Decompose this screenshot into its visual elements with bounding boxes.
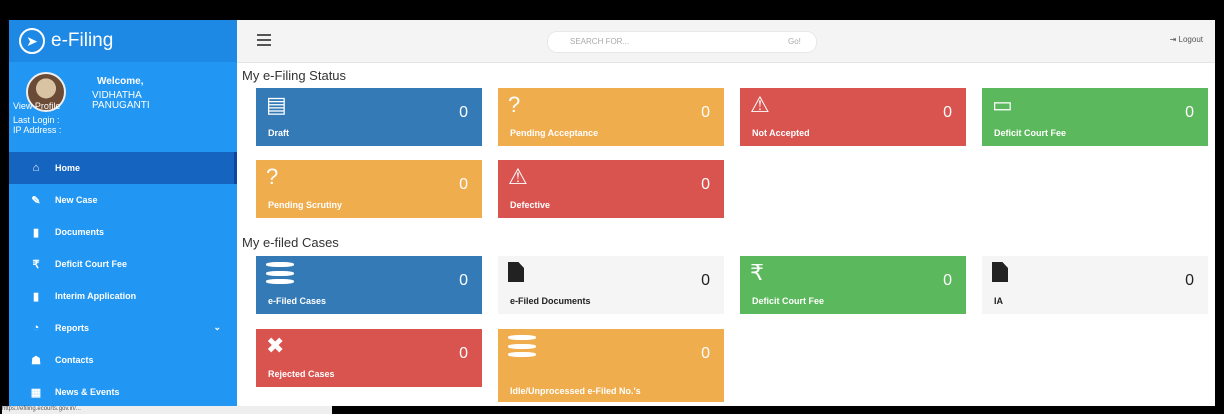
card-count: 0 [701,345,710,362]
brand-bar[interactable]: ➤ e-Filing [9,20,237,62]
case-card-deficit-court-fee[interactable]: ₹ 0 Deficit Court Fee [740,256,966,314]
card-label: Not Accepted [752,128,810,138]
rupee-icon: ₹ [32,258,40,271]
database-icon [508,335,536,357]
app-window: ➤ e-Filing Welcome, VIDHATHA PANUGANTI V… [9,20,1215,406]
sidebar-item-deficit-court-fee[interactable]: ₹ Deficit Court Fee [9,248,237,280]
card-count: 0 [1185,104,1194,121]
news-icon: ▦ [30,386,42,399]
credit-card-icon: ▭ [992,92,1013,117]
last-login-label: Last Login : [13,115,60,125]
logout-label: Logout [1178,35,1203,44]
card-label: Defective [510,200,551,210]
case-card-ia[interactable]: 0 IA [982,256,1208,314]
card-label: Pending Scrutiny [268,200,343,210]
reports-icon: ◔ [32,322,40,334]
sidebar-item-interim-application[interactable]: ▮ Interim Application [9,280,237,312]
card-label: e-Filed Documents [510,296,591,306]
status-card-deficit-court-fee[interactable]: ▭ 0 Deficit Court Fee [982,88,1208,146]
card-label: Rejected Cases [268,369,335,379]
question-icon: ? [508,92,521,117]
document-icon [508,262,524,286]
search-input[interactable]: SEARCH FOR... [570,37,629,46]
warning-icon: ⚠ [508,164,528,189]
home-icon: ⌂ [32,162,40,174]
go-button[interactable]: Go! [788,37,801,46]
sidebar-item-label: Home [55,163,81,173]
card-count: 0 [701,104,710,121]
sidebar-item-documents[interactable]: ▮ Documents [9,216,237,248]
card-label: Idle/Unprocessed e-Filed No.'s [510,386,641,396]
card-count: 0 [943,104,952,121]
sidebar-item-contacts[interactable]: ☗ Contacts [9,344,237,376]
card-label: IA [994,296,1003,306]
status-card-defective[interactable]: ⚠ 0 Defective [498,160,724,218]
compass-icon: ➤ [19,28,45,54]
rupee-icon: ₹ [750,260,764,285]
view-profile-link[interactable]: View Profile [13,101,60,111]
sidebar-item-label: News & Events [55,387,120,397]
search-bar[interactable]: SEARCH FOR... Go! [547,31,817,53]
card-count: 0 [701,176,710,193]
document-icon [992,262,1008,286]
list-icon: ▤ [266,92,287,117]
status-card-pending-scrutiny[interactable]: ? 0 Pending Scrutiny [256,160,482,218]
user-name: VIDHATHA PANUGANTI [92,90,150,111]
menu-toggle-icon[interactable] [257,34,271,46]
sidebar-item-label: Documents [55,227,105,237]
logout-button[interactable]: ⇥ Logout [1170,35,1203,44]
card-count: 0 [943,272,952,289]
sidebar: ➤ e-Filing Welcome, VIDHATHA PANUGANTI V… [9,20,237,406]
browser-status-url: https://efiling.ecourts.gov.in/... [2,406,332,414]
case-card-efiled-cases[interactable]: 0 e-Filed Cases [256,256,482,314]
file-icon: ▮ [32,290,40,303]
section-title-cases: My e-filed Cases [242,235,339,250]
card-label: Draft [268,128,290,138]
status-card-pending-acceptance[interactable]: ? 0 Pending Acceptance [498,88,724,146]
sidebar-item-label: Reports [55,323,90,333]
logout-icon: ⇥ [1169,35,1177,44]
question-icon: ? [266,164,279,189]
sidebar-item-home[interactable]: ⌂ Home [9,152,237,184]
card-count: 0 [459,345,468,362]
card-label: Deficit Court Fee [994,128,1067,138]
case-card-idle-unprocessed[interactable]: 0 Idle/Unprocessed e-Filed No.'s [498,329,724,402]
section-title-status: My e-Filing Status [242,68,347,83]
welcome-text: Welcome, [97,76,144,87]
card-count: 0 [459,272,468,289]
sidebar-item-label: New Case [55,195,98,205]
card-label: Deficit Court Fee [752,296,825,306]
sidebar-item-reports[interactable]: ◔ Reports ⌄ [9,312,237,344]
card-label: e-Filed Cases [268,296,327,306]
brand-title: e-Filing [51,30,114,51]
card-count: 0 [701,272,710,289]
status-card-draft[interactable]: ▤ 0 Draft [256,88,482,146]
top-bar: SEARCH FOR... Go! ⇥ Logout [237,20,1215,63]
chevron-down-icon[interactable]: ⌄ [213,322,221,333]
database-icon [266,262,294,284]
card-count: 0 [459,176,468,193]
status-card-not-accepted[interactable]: ⚠ 0 Not Accepted [740,88,966,146]
sidebar-item-news-events[interactable]: ▦ News & Events [9,376,237,406]
sidebar-item-label: Contacts [55,355,94,365]
case-card-rejected-cases[interactable]: ✖ 0 Rejected Cases [256,329,482,387]
ip-address-label: IP Address : [13,125,62,135]
warning-icon: ⚠ [750,92,770,117]
file-icon: ▮ [32,226,40,239]
close-icon: ✖ [266,333,285,358]
sidebar-item-label: Interim Application [55,291,137,301]
edit-icon: ✎ [31,194,41,207]
case-card-efiled-documents[interactable]: 0 e-Filed Documents [498,256,724,314]
card-count: 0 [459,104,468,121]
sidebar-item-label: Deficit Court Fee [55,259,128,269]
sidebar-item-new-case[interactable]: ✎ New Case [9,184,237,216]
card-label: Pending Acceptance [510,128,599,138]
user-profile: Welcome, VIDHATHA PANUGANTI View Profile… [9,62,237,152]
card-count: 0 [1185,272,1194,289]
users-icon: ☗ [31,354,41,367]
screen-frame: ➤ e-Filing Welcome, VIDHATHA PANUGANTI V… [0,0,1224,414]
